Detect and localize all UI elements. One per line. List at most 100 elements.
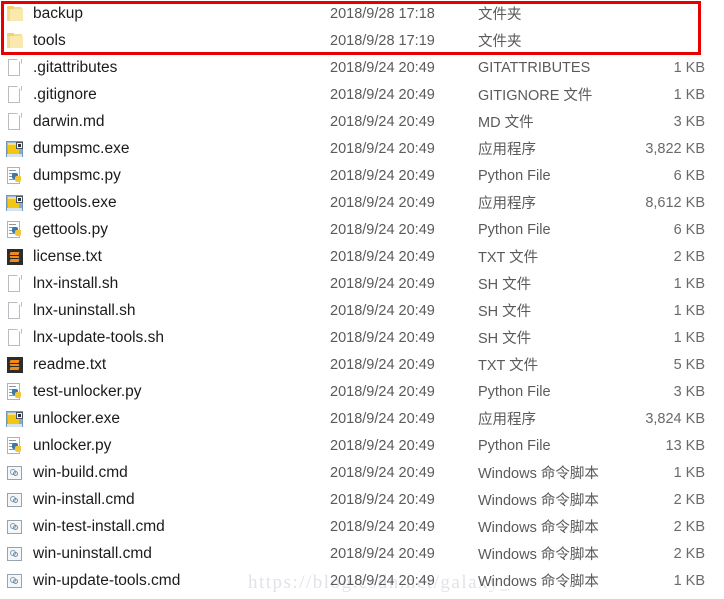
file-name-cell[interactable]: dumpsmc.exe (6, 135, 129, 162)
file-row[interactable]: dumpsmc.exe 2018/9/24 20:49 应用程序 3,822 KB (0, 135, 724, 162)
file-size: 2 KB (673, 518, 705, 535)
file-name-cell[interactable]: unlocker.py (6, 432, 111, 459)
file-name-cell[interactable]: unlocker.exe (6, 405, 120, 432)
file-name-cell[interactable]: .gitignore (6, 81, 97, 108)
cmd-script-icon-part (13, 470, 18, 476)
file-date-modified: 2018/9/24 20:49 (330, 383, 435, 400)
file-name-label: dumpsmc.py (33, 166, 121, 184)
file-name-cell[interactable]: win-test-install.cmd (6, 513, 165, 540)
sublime-text-icon-part (9, 251, 20, 255)
file-row[interactable]: tools 2018/9/28 17:19 文件夹 (0, 27, 724, 54)
file-name-cell[interactable]: .gitattributes (6, 54, 117, 81)
file-date-modified: 2018/9/24 20:49 (330, 221, 435, 238)
file-row[interactable]: gettools.py 2018/9/24 20:49 Python File 6 K… (0, 216, 724, 243)
file-row[interactable]: unlocker.py 2018/9/24 20:49 Python File 13 … (0, 432, 724, 459)
file-name-label: darwin.md (33, 112, 105, 130)
file-type: 应用程序 (478, 142, 536, 158)
file-type: 应用程序 (478, 412, 536, 428)
file-row[interactable]: unlocker.exe 2018/9/24 20:49 应用程序 3,824 KB (0, 405, 724, 432)
file-row[interactable]: .gitattributes 2018/9/24 20:49 GITATTRIBUT… (0, 54, 724, 81)
file-row[interactable]: lnx-uninstall.sh 2018/9/24 20:49 SH 文件 1 KB (0, 297, 724, 324)
file-row[interactable]: backup 2018/9/28 17:18 文件夹 (0, 0, 724, 27)
file-name-cell[interactable]: win-install.cmd (6, 486, 135, 513)
file-row[interactable]: win-install.cmd 2018/9/24 20:49 Windows 命令… (0, 486, 724, 513)
file-name-label: unlocker.exe (33, 409, 121, 427)
file-name-cell[interactable]: lnx-install.sh (6, 270, 118, 297)
executable-icon-part (7, 207, 22, 211)
file-name-cell[interactable]: backup (6, 0, 83, 27)
file-size: 13 KB (665, 437, 706, 454)
file-row[interactable]: readme.txt 2018/9/24 20:49 TXT 文件 5 KB (0, 351, 724, 378)
file-explorer-list-view: https://blog.csdn.net/galaxy_ backup 2018… (0, 0, 724, 599)
python-file-icon-part (15, 445, 21, 452)
document-icon-part (17, 58, 22, 63)
file-date-modified: 2018/9/24 20:49 (330, 410, 435, 427)
document-icon-part (17, 85, 22, 90)
file-rows-container: backup 2018/9/28 17:18 文件夹 tools 2018/9/28 1… (0, 0, 724, 594)
document-icon (6, 274, 24, 293)
python-file-icon (6, 166, 24, 185)
file-row[interactable]: gettools.exe 2018/9/24 20:49 应用程序 8,612 KB (0, 189, 724, 216)
file-row[interactable]: darwin.md 2018/9/24 20:49 MD 文件 3 KB (0, 108, 724, 135)
document-icon (6, 112, 24, 131)
file-date-modified: 2018/9/24 20:49 (330, 491, 435, 508)
python-file-icon-part (15, 229, 21, 236)
file-name-cell[interactable]: win-update-tools.cmd (6, 567, 180, 594)
file-row[interactable]: dumpsmc.py 2018/9/24 20:49 Python File 6 KB (0, 162, 724, 189)
file-name-cell[interactable]: readme.txt (6, 351, 106, 378)
file-name-cell[interactable]: license.txt (6, 243, 102, 270)
file-row[interactable]: license.txt 2018/9/24 20:49 TXT 文件 2 KB (0, 243, 724, 270)
cmd-script-icon (6, 518, 24, 536)
file-name-label: gettools.exe (33, 193, 117, 211)
file-row[interactable]: lnx-update-tools.sh 2018/9/24 20:49 SH 文件 1… (0, 324, 724, 351)
file-size: 6 KB (673, 167, 705, 184)
sublime-text-icon-part (9, 258, 20, 262)
file-name-cell[interactable]: gettools.py (6, 216, 108, 243)
executable-icon-part (16, 141, 23, 149)
file-name-label: backup (33, 4, 83, 22)
file-size: 2 KB (673, 545, 705, 562)
file-row[interactable]: test-unlocker.py 2018/9/24 20:49 Python Fi… (0, 378, 724, 405)
cmd-script-icon (6, 572, 24, 590)
executable-icon-part (7, 153, 22, 157)
file-date-modified: 2018/9/24 20:49 (330, 167, 435, 184)
file-name-label: unlocker.py (33, 436, 112, 454)
file-name-cell[interactable]: lnx-uninstall.sh (6, 297, 136, 324)
file-name-cell[interactable]: test-unlocker.py (6, 378, 142, 405)
python-file-icon-part (9, 385, 16, 387)
document-icon-part (17, 112, 22, 117)
file-size: 1 KB (673, 59, 705, 76)
file-name-cell[interactable]: tools (6, 27, 66, 54)
file-name-cell[interactable]: gettools.exe (6, 189, 117, 216)
file-row[interactable]: win-update-tools.cmd 2018/9/24 20:49 Windo… (0, 567, 724, 594)
file-row[interactable]: win-build.cmd 2018/9/24 20:49 Windows 命令脚本… (0, 459, 724, 486)
file-name-cell[interactable]: lnx-update-tools.sh (6, 324, 164, 351)
file-date-modified: 2018/9/24 20:49 (330, 59, 435, 76)
file-name-cell[interactable]: win-uninstall.cmd (6, 540, 152, 567)
python-file-icon (6, 436, 24, 455)
file-name-label: win-uninstall.cmd (33, 544, 152, 562)
file-date-modified: 2018/9/24 20:49 (330, 464, 435, 481)
file-name-label: lnx-update-tools.sh (33, 328, 164, 346)
file-name-label: win-install.cmd (33, 490, 135, 508)
cmd-script-icon (6, 464, 24, 482)
file-name-cell[interactable]: win-build.cmd (6, 459, 128, 486)
file-type: SH 文件 (478, 304, 532, 320)
file-type: SH 文件 (478, 331, 532, 347)
file-name-cell[interactable]: darwin.md (6, 108, 105, 135)
sublime-text-icon-part (9, 366, 20, 370)
file-row[interactable]: win-test-install.cmd 2018/9/24 20:49 Windo… (0, 513, 724, 540)
file-type: Python File (478, 221, 551, 238)
file-size: 3 KB (673, 383, 705, 400)
file-row[interactable]: .gitignore 2018/9/24 20:49 GITIGNORE 文件 1 K… (0, 81, 724, 108)
file-row[interactable]: win-uninstall.cmd 2018/9/24 20:49 Windows … (0, 540, 724, 567)
file-date-modified: 2018/9/24 20:49 (330, 275, 435, 292)
file-name-label: win-build.cmd (33, 463, 128, 481)
cmd-script-icon-part (13, 524, 18, 530)
file-type: TXT 文件 (478, 250, 539, 266)
folder-icon (6, 32, 24, 50)
file-row[interactable]: lnx-install.sh 2018/9/24 20:49 SH 文件 1 KB (0, 270, 724, 297)
file-type: Python File (478, 167, 551, 184)
file-type: SH 文件 (478, 277, 532, 293)
file-name-cell[interactable]: dumpsmc.py (6, 162, 121, 189)
